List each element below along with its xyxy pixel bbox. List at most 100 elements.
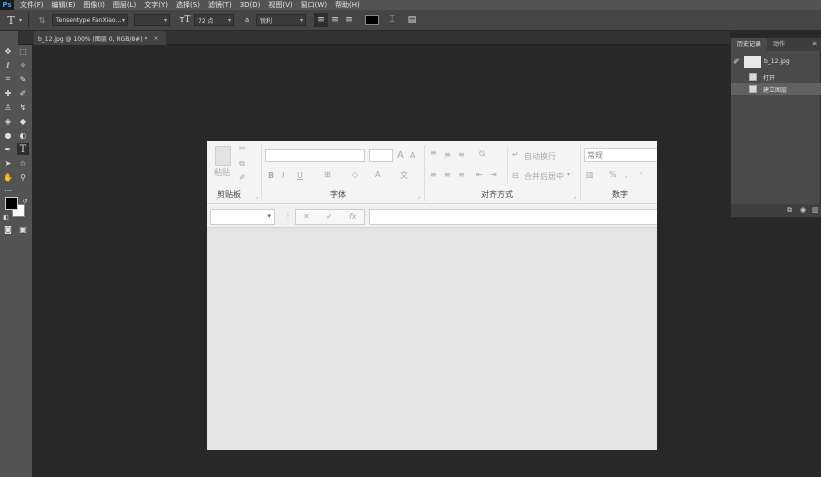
document-tab[interactable]: b_12.jpg @ 100% (图层 0, RGB/8#) * × — [34, 31, 167, 45]
close-icon[interactable]: × — [153, 35, 158, 42]
divider — [580, 145, 581, 201]
menu-filter[interactable]: 滤镜(T) — [208, 0, 232, 10]
default-colors-icon[interactable]: ◧ — [0, 211, 12, 223]
paint-bucket-icon[interactable]: ◆ — [17, 115, 29, 127]
format-painter-icon: ✐ — [239, 173, 246, 182]
quick-mask-icon[interactable]: ◙ — [2, 223, 14, 235]
number-group-label: 数字 — [612, 190, 628, 199]
tab-history[interactable]: 历史记录 — [731, 38, 768, 51]
align-left-icon[interactable]: ≡ — [314, 13, 329, 27]
magic-wand-icon[interactable]: ✧ — [17, 59, 29, 71]
phonetic-icon: 文 — [400, 171, 408, 180]
warp-text-icon[interactable]: ⌶ — [385, 13, 399, 27]
snapshot-label[interactable]: b_12.jpg — [764, 58, 790, 65]
clone-stamp-icon[interactable]: ♙ — [2, 101, 14, 113]
wrap-text-label: 自动换行 — [524, 152, 556, 161]
fill-color-icon: ◇ — [352, 170, 359, 179]
pen-tool-icon[interactable]: ✒ — [2, 143, 14, 155]
snapshot-source-icon[interactable]: ✐ — [733, 57, 740, 66]
menu-edit[interactable]: 编辑(E) — [52, 0, 76, 10]
path-selection-icon[interactable]: ➤ — [2, 157, 14, 169]
align-middle-icon: ≡ — [444, 150, 451, 159]
crop-tool-icon[interactable]: ⌗ — [2, 73, 14, 85]
history-item[interactable]: 打开 — [731, 71, 821, 83]
decrease-font-icon: A — [410, 151, 416, 160]
font-style-select[interactable]: ▾ — [134, 14, 171, 26]
document-canvas[interactable]: 粘贴 ✂ ⧉ ✐ 剪贴板 ⌟ A A B I U ⊞ ◇ A 文 字体 ⌟ ≡ … — [207, 141, 657, 450]
font-family-select[interactable]: Tensentype FanXiao... ▾ — [52, 14, 129, 26]
swap-colors-icon[interactable]: ↺ — [19, 195, 31, 207]
menu-3d[interactable]: 3D(D) — [240, 0, 261, 10]
options-bar: T ▾ ⇅ Tensentype FanXiao... ▾ ▾ ᴛT 72 点 … — [0, 10, 821, 31]
excel-ribbon-image: 粘贴 ✂ ⧉ ✐ 剪贴板 ⌟ A A B I U ⊞ ◇ A 文 字体 ⌟ ≡ … — [207, 141, 657, 204]
foreground-color-swatch[interactable] — [5, 197, 18, 210]
increase-decimal-icon: ⁺ — [639, 170, 644, 179]
type-tool-icon[interactable]: T — [17, 143, 29, 155]
font-size-value: 72 点 — [198, 17, 214, 25]
zoom-tool-icon[interactable]: ⚲ — [17, 171, 29, 183]
menu-select[interactable]: 选择(S) — [176, 0, 200, 10]
new-document-from-state-icon[interactable]: ⧉ — [787, 206, 792, 215]
eraser-tool-icon[interactable]: ◈ — [2, 115, 14, 127]
screen-mode-icon[interactable]: ▣ — [17, 223, 29, 235]
align-right-icon[interactable]: ≡ — [342, 13, 356, 27]
history-brush-icon[interactable]: ↯ — [17, 101, 29, 113]
more-tools-icon[interactable]: ⋯ — [2, 184, 14, 196]
font-color-icon: A — [375, 170, 381, 179]
dialog-launcher-icon: ⌟ — [255, 193, 258, 200]
character-panel-icon[interactable]: ▤ — [405, 13, 419, 27]
shape-tool-icon[interactable]: ☆ — [17, 157, 29, 169]
trash-icon[interactable]: ▥ — [812, 206, 819, 214]
eyedropper-icon[interactable]: ✎ — [17, 73, 29, 85]
menu-file[interactable]: 文件(F) — [20, 0, 44, 10]
lasso-tool-icon[interactable]: ℓ — [2, 59, 14, 71]
menu-help[interactable]: 帮助(H) — [335, 0, 360, 10]
cancel-icon: ✕ — [303, 212, 310, 221]
history-item[interactable]: 建立图层 — [731, 83, 821, 95]
panel-menu-icon[interactable]: ≡ — [812, 40, 817, 47]
antialias-select[interactable]: 锐利 ▾ — [256, 14, 307, 26]
dodge-tool-icon[interactable]: ◐ — [17, 129, 29, 141]
camera-icon[interactable]: ◉ — [800, 206, 806, 214]
text-color-swatch[interactable] — [365, 15, 380, 25]
number-format-box: 常规 — [584, 148, 657, 162]
formula-input-box — [369, 209, 657, 225]
type-tool-preset-icon[interactable]: T — [4, 13, 18, 27]
tools-panel: ✥ ⬚ ℓ ✧ ⌗ ✎ ✚ ✐ ♙ ↯ ◈ ◆ ● ◐ ✒ T ➤ ☆ ✋ ⚲ … — [0, 31, 33, 477]
move-tool-icon[interactable]: ✥ — [2, 45, 14, 57]
cut-icon: ✂ — [239, 144, 246, 153]
align-center-icon[interactable]: ≡ — [328, 13, 342, 27]
chevron-down-icon: ▾ — [122, 16, 126, 24]
chevron-down-icon: ▾ — [567, 171, 571, 178]
align-bottom-icon: ≡ — [458, 150, 465, 159]
menu-view[interactable]: 视图(V) — [268, 0, 292, 10]
snapshot-thumbnail[interactable] — [744, 56, 761, 68]
healing-brush-icon[interactable]: ✚ — [2, 87, 14, 99]
name-box: ▾ — [210, 209, 275, 225]
insert-function-icon: fx — [349, 212, 357, 221]
blur-tool-icon[interactable]: ● — [2, 129, 14, 141]
font-size-select[interactable]: 72 点 ▾ — [194, 14, 235, 26]
enter-icon: ✓ — [326, 212, 333, 221]
menu-image[interactable]: 图像(I) — [83, 0, 105, 10]
brush-tool-icon[interactable]: ✐ — [17, 87, 29, 99]
comma-style-icon: , — [625, 170, 628, 179]
toggle-orientation-icon[interactable]: ⇅ — [35, 13, 49, 27]
chevron-down-icon[interactable]: ▾ — [19, 17, 22, 24]
document-icon — [749, 73, 757, 81]
marquee-tool-icon[interactable]: ⬚ — [17, 45, 29, 57]
menu-window[interactable]: 窗口(W) — [301, 0, 327, 10]
clipboard-group-label: 剪贴板 — [217, 190, 241, 199]
divider — [424, 145, 425, 201]
hand-tool-icon[interactable]: ✋ — [2, 171, 14, 183]
merge-center-icon: ⊟ — [512, 171, 519, 180]
copy-icon: ⧉ — [239, 159, 245, 168]
menu-type[interactable]: 文字(Y) — [144, 0, 168, 10]
tab-actions[interactable]: 动作 — [767, 38, 791, 51]
divider — [261, 145, 262, 201]
underline-icon: U — [297, 171, 303, 180]
menu-layer[interactable]: 图层(L) — [113, 0, 136, 10]
antialias-icon: a — [244, 16, 250, 24]
panel-footer: ⧉ ◉ ▥ — [731, 204, 821, 217]
orientation-icon: ⦰ — [479, 149, 486, 158]
